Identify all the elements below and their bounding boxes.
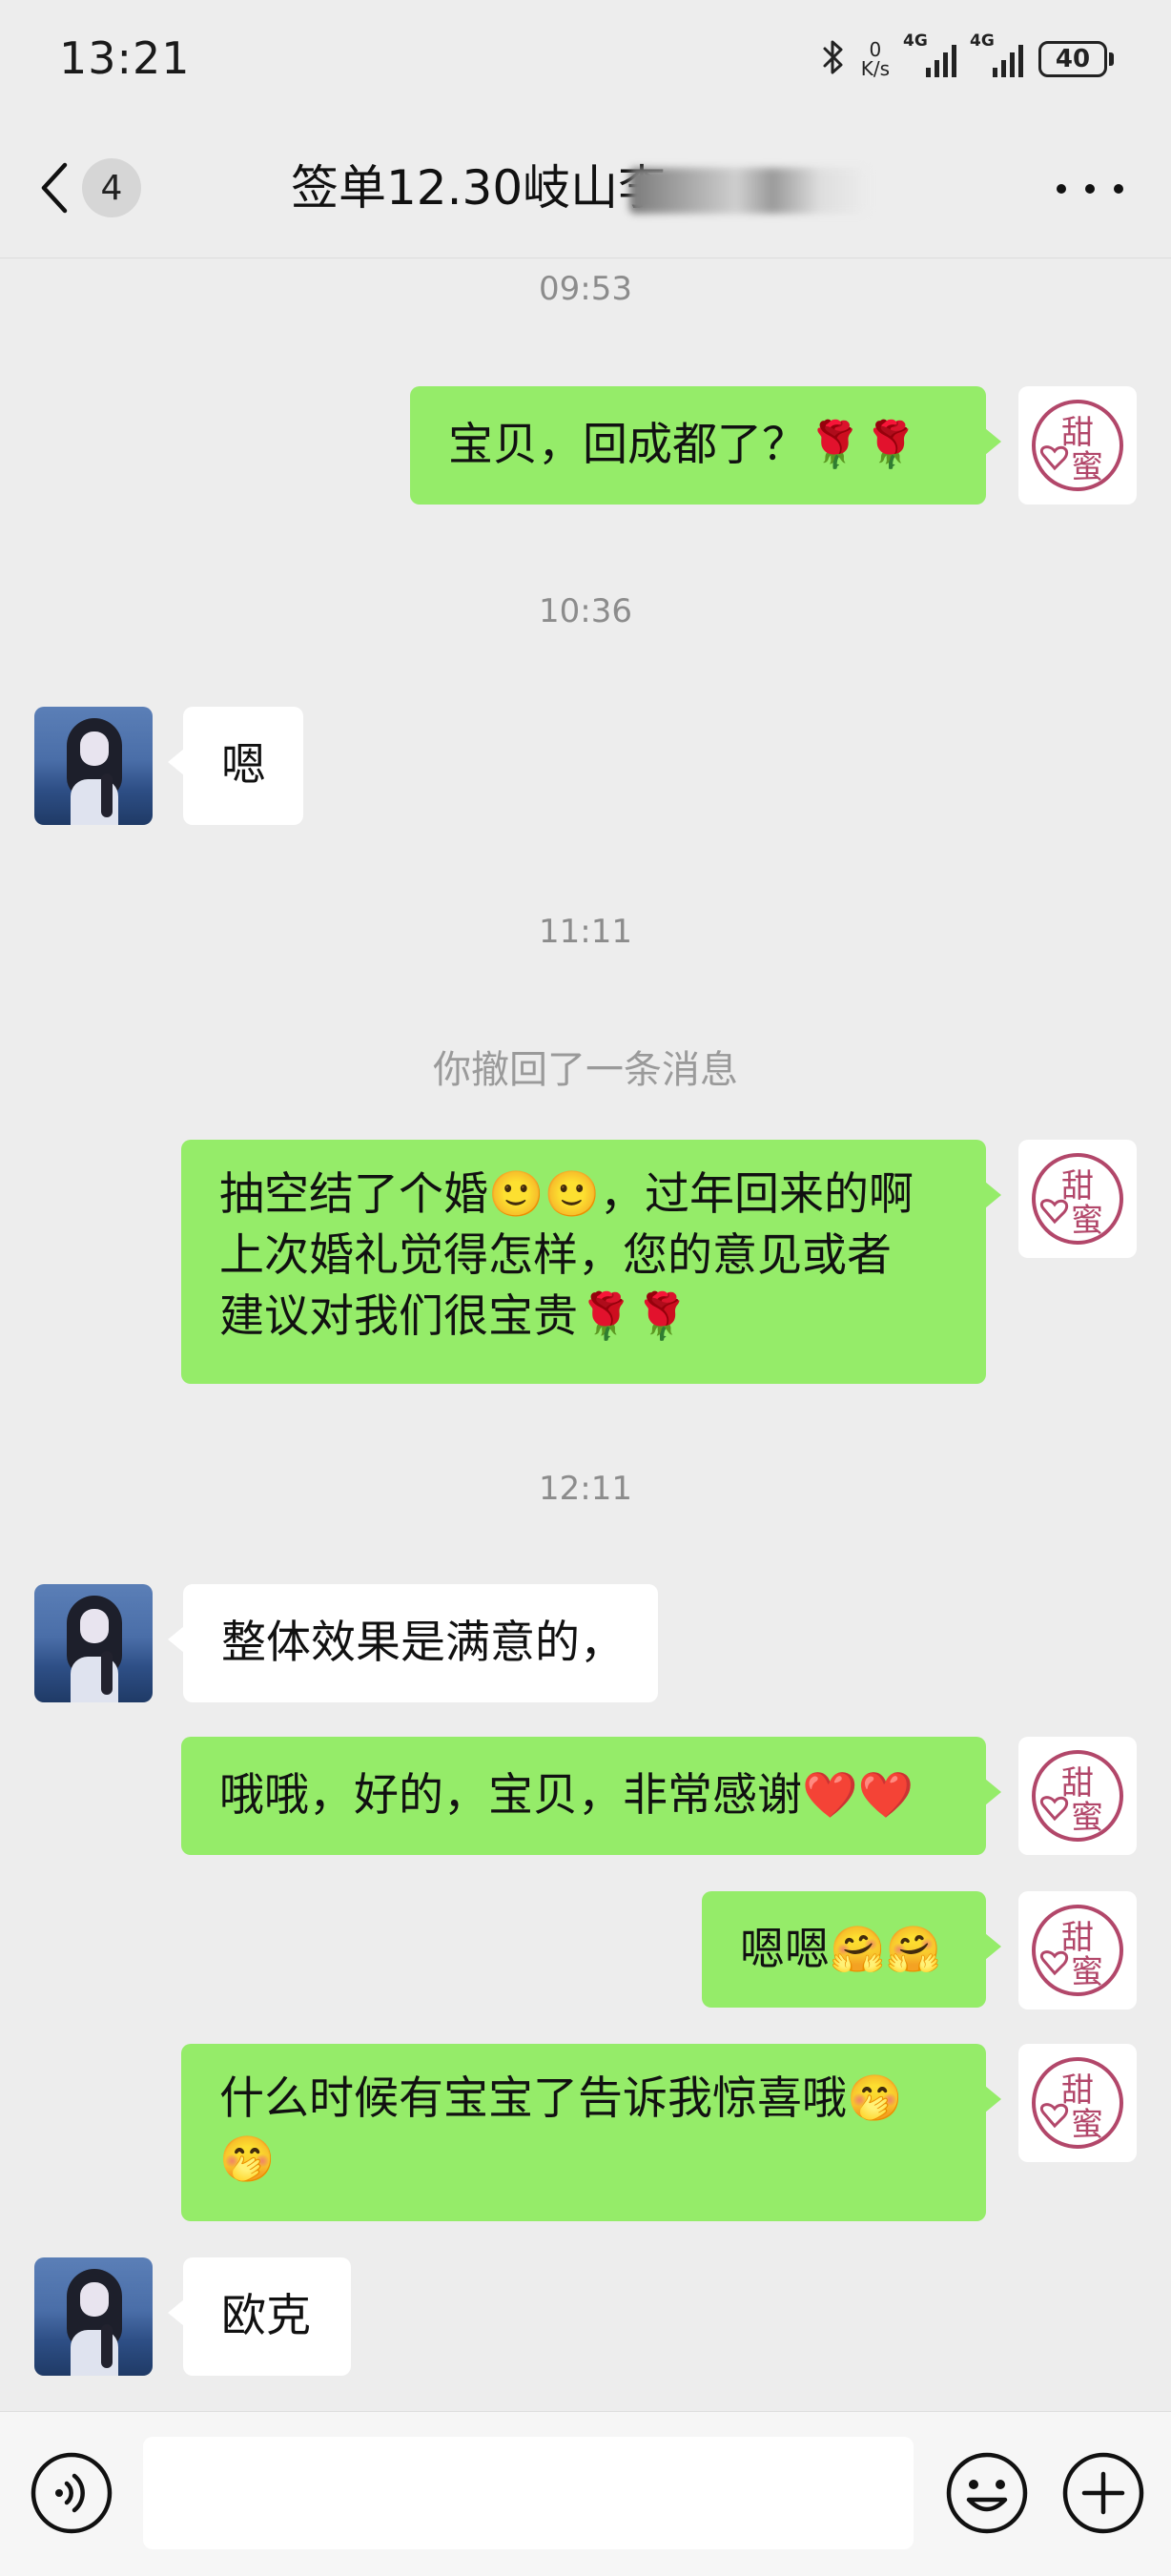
timestamp: 09:53 <box>539 270 632 308</box>
my-avatar[interactable]: 甜 蜜 <box>1018 386 1137 505</box>
status-bar: 13:21 0 K/s 4G 4G 40 <box>0 0 1171 114</box>
message-text: 宝贝，回成都了？🌹🌹 <box>448 419 919 471</box>
more-functions-button[interactable] <box>1060 2450 1146 2536</box>
signal-icon-1: 4G <box>903 31 956 77</box>
status-icons: 0 K/s 4G 4G 40 <box>821 31 1114 86</box>
recall-notice: 你撤回了一条消息 <box>433 1048 738 1092</box>
message-bubble-sent[interactable]: 什么时候有宝宝了告诉我惊喜哦🤭 🤭 <box>181 2044 1001 2221</box>
status-time: 13:21 <box>59 32 191 84</box>
bluetooth-icon <box>821 38 846 80</box>
logo-char-bottom: 蜜 <box>1071 448 1103 486</box>
logo-char-top: 甜 <box>1061 1167 1094 1206</box>
message-text: 🤭 <box>219 2133 276 2186</box>
sweet-logo-icon: 甜 蜜 <box>1032 2057 1123 2149</box>
emoji-button[interactable] <box>944 2450 1030 2536</box>
input-bar <box>0 2411 1171 2576</box>
back-button[interactable]: 4 <box>38 155 162 221</box>
signal-label-2: 4G <box>970 31 995 51</box>
message-bubble-sent[interactable]: 抽空结了个婚🙂🙂，过年回来的啊 上次婚礼觉得怎样，您的意见或者 建议对我们很宝贵… <box>181 1140 1001 1384</box>
logo-char-top: 甜 <box>1061 1919 1094 1957</box>
message-text: 哦哦，好的，宝贝，非常感谢❤️❤️ <box>219 1769 914 1822</box>
voice-icon <box>31 2452 113 2534</box>
sweet-logo-icon: 甜 蜜 <box>1032 400 1123 491</box>
logo-char-bottom: 蜜 <box>1071 2106 1103 2144</box>
network-speed-unit: K/s <box>860 57 890 80</box>
timestamp: 12:11 <box>539 1470 632 1508</box>
my-avatar[interactable]: 甜 蜜 <box>1018 1891 1137 2009</box>
more-dot-icon <box>1085 184 1095 194</box>
timestamp: 10:36 <box>539 592 632 630</box>
message-bubble-received[interactable]: 整体效果是满意的， <box>168 1584 658 1702</box>
message-bubble-received[interactable]: 嗯 <box>168 707 303 825</box>
message-text: 整体效果是满意的， <box>221 1617 625 1669</box>
network-speed: 0 K/s <box>861 40 890 78</box>
message-bubble-sent[interactable]: 宝贝，回成都了？🌹🌹 <box>410 386 1001 505</box>
contact-avatar[interactable] <box>34 707 153 825</box>
more-dot-icon <box>1057 184 1066 194</box>
unread-count-badge: 4 <box>82 158 141 217</box>
message-text: 上次婚礼觉得怎样，您的意见或者 <box>219 1229 892 1282</box>
message-bubble-sent[interactable]: 嗯嗯🤗🤗 <box>702 1891 1001 2008</box>
contact-avatar[interactable] <box>34 2257 153 2376</box>
chat-header: 4 签单12.30岐山李 <box>0 114 1171 258</box>
my-avatar[interactable]: 甜 蜜 <box>1018 1737 1137 1855</box>
message-text: 抽空结了个婚🙂🙂，过年回来的啊 <box>219 1168 914 1221</box>
voice-button[interactable] <box>29 2450 114 2536</box>
battery-icon: 40 <box>1038 41 1114 77</box>
battery-level: 40 <box>1038 41 1107 77</box>
message-input[interactable] <box>143 2437 914 2549</box>
emoji-icon <box>946 2452 1028 2534</box>
sweet-logo-icon: 甜 蜜 <box>1032 1750 1123 1842</box>
message-text: 嗯嗯🤗🤗 <box>740 1924 942 1976</box>
message-bubble-received[interactable]: 欧克 <box>168 2257 351 2376</box>
message-text: 嗯 <box>221 739 266 792</box>
my-avatar[interactable]: 甜 蜜 <box>1018 1140 1137 1258</box>
redacted-title-blur <box>629 168 868 214</box>
more-options-button[interactable] <box>1057 170 1123 208</box>
plus-icon <box>1062 2452 1144 2534</box>
logo-char-top: 甜 <box>1061 2071 1094 2110</box>
message-list[interactable]: 09:53 宝贝，回成都了？🌹🌹 甜 蜜 10:36 嗯 11:11 你撤回了一… <box>0 258 1171 2410</box>
sweet-logo-icon: 甜 蜜 <box>1032 1153 1123 1245</box>
my-avatar[interactable]: 甜 蜜 <box>1018 2044 1137 2162</box>
chat-title: 签单12.30岐山李 <box>291 160 667 216</box>
sweet-logo-icon: 甜 蜜 <box>1032 1905 1123 1996</box>
message-text: 欧克 <box>221 2290 311 2342</box>
chevron-left-icon <box>38 159 71 216</box>
message-text: 什么时候有宝宝了告诉我惊喜哦🤭 <box>219 2072 903 2125</box>
message-text: 建议对我们很宝贵🌹🌹 <box>219 1290 690 1343</box>
timestamp: 11:11 <box>539 913 632 951</box>
logo-char-top: 甜 <box>1061 1764 1094 1803</box>
more-dot-icon <box>1114 184 1123 194</box>
network-speed-value: 0 <box>869 38 882 61</box>
logo-char-bottom: 蜜 <box>1071 1953 1103 1991</box>
logo-char-top: 甜 <box>1061 414 1094 452</box>
logo-char-bottom: 蜜 <box>1071 1799 1103 1837</box>
logo-char-bottom: 蜜 <box>1071 1202 1103 1240</box>
signal-icon-2: 4G <box>970 31 1023 77</box>
message-bubble-sent[interactable]: 哦哦，好的，宝贝，非常感谢❤️❤️ <box>181 1737 1001 1855</box>
signal-label-1: 4G <box>903 31 928 51</box>
contact-avatar[interactable] <box>34 1584 153 1702</box>
